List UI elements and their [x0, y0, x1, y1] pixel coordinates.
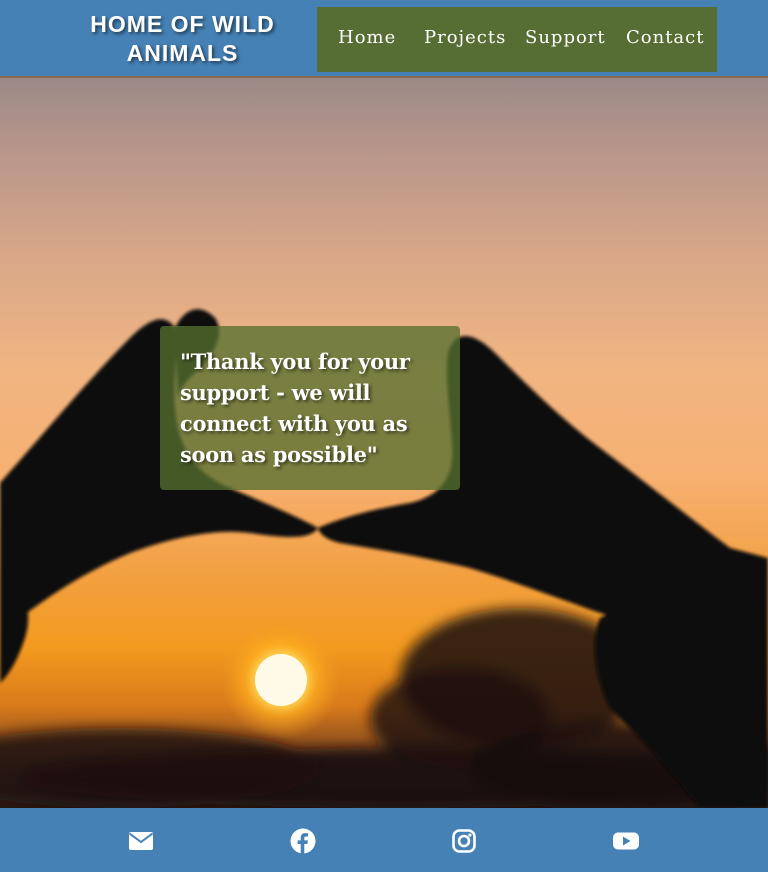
site-logo-title[interactable]: HOME OF WILD ANIMALS	[60, 10, 305, 68]
envelope-icon[interactable]	[128, 828, 154, 854]
thank-you-message-box: "Thank you for your support - we will co…	[160, 326, 460, 490]
youtube-icon[interactable]	[612, 828, 639, 854]
site-footer	[0, 808, 768, 872]
instagram-icon[interactable]	[451, 828, 477, 854]
hero-section: "Thank you for your support - we will co…	[0, 78, 768, 808]
thank-you-message: "Thank you for your support - we will co…	[180, 349, 410, 467]
brand-line-2: ANIMALS	[126, 40, 239, 66]
nav-support-link[interactable]: Support	[525, 27, 606, 48]
brand-line-1: HOME OF WILD	[90, 11, 275, 37]
nav-contact-link[interactable]: Contact	[626, 27, 704, 48]
main-nav: Home Projects Support Contact	[317, 7, 717, 72]
nav-home-link[interactable]: Home	[338, 27, 396, 48]
site-header: HOME OF WILD ANIMALS Home Projects Suppo…	[0, 0, 768, 78]
nav-projects-link[interactable]: Projects	[424, 27, 506, 48]
facebook-icon[interactable]	[290, 828, 316, 854]
